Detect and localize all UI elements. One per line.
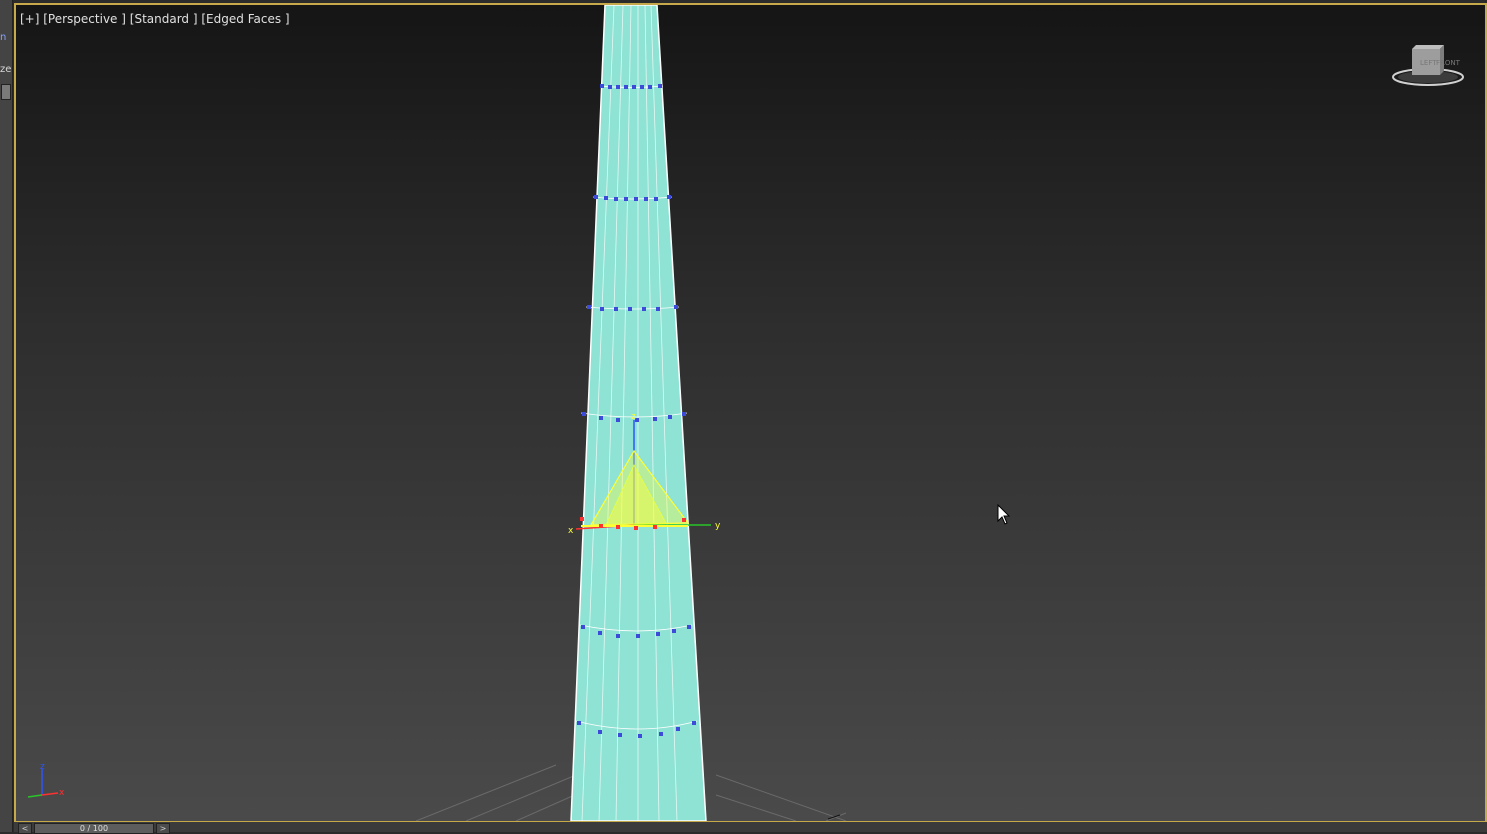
viewcube-front-face[interactable]: FRONT (1436, 59, 1460, 67)
viewport-menu-plus[interactable]: [+] (20, 12, 39, 26)
viewport-shading-menu-text[interactable]: [Standard ] (130, 12, 198, 26)
gizmo-x-label: x (568, 526, 574, 536)
viewcube-icon[interactable]: LEFT FRONT (1388, 41, 1468, 97)
time-prev-button[interactable]: < (18, 823, 32, 834)
tripod-z-label: z (40, 762, 45, 772)
viewport-scene[interactable]: z x y (16, 5, 1485, 821)
panel-fragment-2: ze (0, 64, 12, 75)
command-panel-edge: n ze (0, 0, 13, 832)
panel-scroll-button[interactable] (1, 84, 11, 100)
axis-tripod-icon: z x (22, 761, 72, 809)
time-next-button[interactable]: > (156, 823, 170, 834)
tripod-x-label: x (59, 788, 65, 798)
viewport-view-menu[interactable]: [Perspective ] (43, 12, 126, 26)
perspective-viewport[interactable]: z x y [+] [Perspective ] [Standard ] [Ed… (14, 3, 1487, 823)
gizmo-y-label: y (715, 521, 721, 531)
viewcube-left-face[interactable]: LEFT (1420, 59, 1437, 67)
panel-fragment-1: n (0, 32, 7, 43)
viewport-edges-menu[interactable]: [Edged Faces ] (201, 12, 289, 26)
mouse-cursor-icon (997, 503, 1011, 530)
time-slider-bar: < 0 / 100 > (14, 822, 1487, 834)
gizmo-z-label: z (631, 412, 636, 422)
time-slider[interactable]: 0 / 100 (34, 823, 154, 834)
tapered-cylinder-mesh[interactable] (570, 5, 707, 821)
viewport-label[interactable]: [+] [Perspective ] [Standard ] [Edged Fa… (20, 12, 290, 26)
